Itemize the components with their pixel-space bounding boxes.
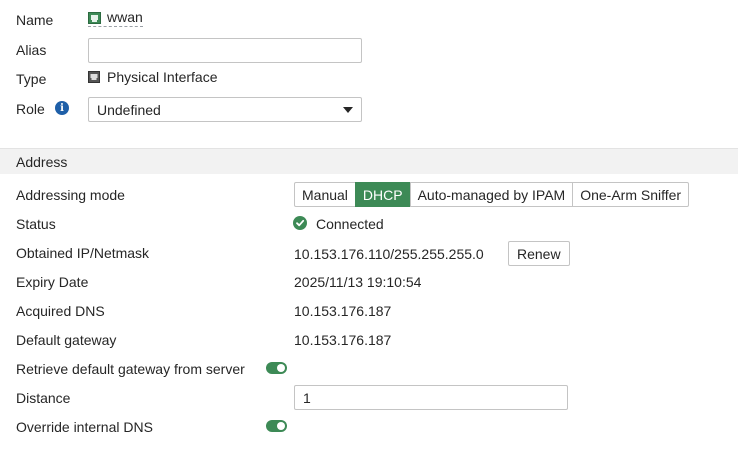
info-icon[interactable]: i <box>55 101 69 115</box>
mode-manual-button[interactable]: Manual <box>294 182 356 207</box>
chevron-down-icon <box>343 106 353 113</box>
address-section-header: Address <box>0 148 738 174</box>
gateway-value: 10.153.176.187 <box>294 332 392 348</box>
distance-label: Distance <box>16 390 71 406</box>
alias-input[interactable] <box>88 38 362 63</box>
check-circle-icon <box>293 216 307 230</box>
dns-value: 10.153.176.187 <box>294 303 392 319</box>
status-label: Status <box>16 216 56 232</box>
type-value: Physical Interface <box>107 69 218 85</box>
dns-label: Acquired DNS <box>16 303 105 319</box>
distance-input[interactable]: 1 <box>294 385 568 410</box>
override-dns-toggle[interactable] <box>266 420 287 432</box>
expiry-value: 2025/11/13 19:10:54 <box>294 274 422 290</box>
role-select[interactable]: Undefined <box>88 97 362 122</box>
addressing-mode-label: Addressing mode <box>16 187 125 203</box>
network-port-icon <box>88 70 101 83</box>
override-dns-label: Override internal DNS <box>16 419 153 435</box>
gateway-label: Default gateway <box>16 332 117 348</box>
toggle-knob <box>277 422 285 430</box>
name-label: Name <box>16 12 54 28</box>
addressing-mode-toggle: Manual DHCP Auto-managed by IPAM One-Arm… <box>294 182 690 207</box>
retrieve-gateway-label: Retrieve default gateway from server <box>16 361 245 377</box>
section-title: Address <box>16 153 68 170</box>
interface-name-text: wwan <box>107 9 143 25</box>
status-value: Connected <box>316 216 384 232</box>
retrieve-gateway-toggle[interactable] <box>266 362 287 374</box>
network-port-icon <box>88 11 101 24</box>
renew-button[interactable]: Renew <box>508 241 570 266</box>
role-select-value: Undefined <box>97 101 161 118</box>
ip-value: 10.153.176.110/255.255.255.0 <box>294 246 484 262</box>
mode-dhcp-button[interactable]: DHCP <box>354 182 411 207</box>
toggle-knob <box>277 364 285 372</box>
interface-name: wwan <box>88 9 143 27</box>
mode-ipam-button[interactable]: Auto-managed by IPAM <box>409 182 574 207</box>
type-label: Type <box>16 71 47 87</box>
ip-label: Obtained IP/Netmask <box>16 245 150 261</box>
expiry-label: Expiry Date <box>16 274 89 290</box>
mode-sniffer-button[interactable]: One-Arm Sniffer <box>572 182 690 207</box>
alias-label: Alias <box>16 42 47 58</box>
role-label: Role <box>16 101 45 117</box>
